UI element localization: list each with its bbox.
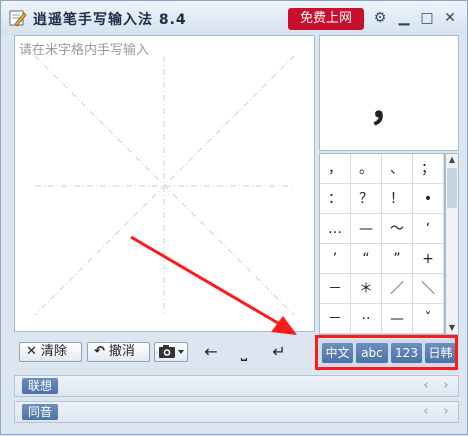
handwriting-window: 逍遥笔手写输入法 8.4 免费上网 ⚙ ▁ □ ✕ 请在米字格内手写输入 ✕ 清除…: [0, 0, 468, 435]
annotation-arrow: [130, 235, 297, 335]
